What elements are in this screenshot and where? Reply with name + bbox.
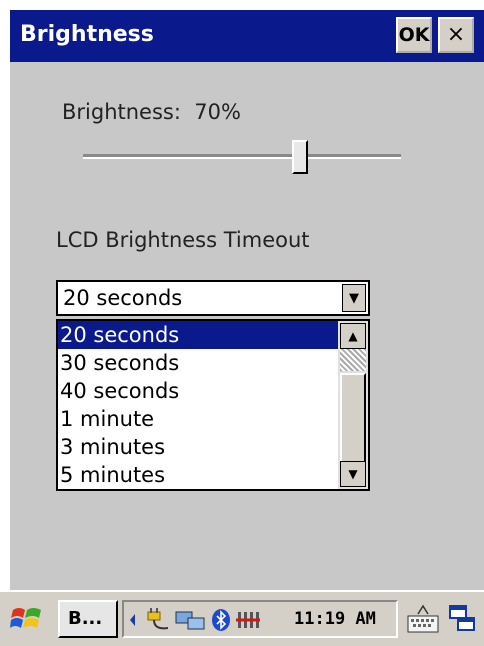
list-item[interactable]: 20 seconds — [58, 321, 342, 349]
timeout-dropdown-list: 20 seconds 30 seconds 40 seconds 1 minut… — [56, 319, 370, 491]
taskbar: B... 11:19 AM — [0, 590, 484, 646]
slider-thumb[interactable] — [292, 140, 308, 174]
list-item[interactable]: 40 seconds — [58, 377, 342, 405]
bluetooth-icon[interactable] — [210, 608, 232, 632]
keyboard-icon[interactable] — [406, 602, 440, 636]
timeout-combobox[interactable]: 20 seconds ▼ — [56, 280, 370, 316]
windows-start-icon[interactable] — [10, 602, 44, 636]
tray-arrow-icon[interactable] — [128, 608, 138, 632]
brightness-window: Brightness OK × Brightness: 70% LCD Brig… — [10, 10, 484, 590]
task-button-brightness[interactable]: B... — [58, 600, 118, 638]
slider-track — [83, 154, 401, 159]
network-icon[interactable] — [174, 608, 206, 632]
scrollbar-thumb[interactable] — [340, 373, 366, 463]
ok-button[interactable]: OK — [396, 17, 432, 53]
power-plug-icon[interactable] — [142, 608, 170, 632]
scroll-down-icon[interactable]: ▼ — [340, 461, 366, 487]
list-item[interactable]: 5 minutes — [58, 461, 342, 489]
dropdown-scrollbar[interactable]: ▲ ▼ — [338, 321, 368, 489]
desktop-icon[interactable] — [448, 602, 478, 636]
signal-icon[interactable] — [236, 608, 260, 632]
clock[interactable]: 11:19 AM — [294, 609, 376, 629]
brightness-label-text: Brightness: — [62, 100, 181, 124]
brightness-value: 70% — [194, 100, 241, 124]
combobox-value: 20 seconds — [63, 286, 183, 310]
close-button[interactable]: × — [438, 17, 474, 53]
list-item[interactable]: 30 seconds — [58, 349, 342, 377]
scroll-up-icon[interactable]: ▲ — [340, 323, 366, 349]
scrollbar-track[interactable] — [340, 349, 366, 371]
brightness-label: Brightness: 70% — [62, 100, 241, 124]
system-tray: 11:19 AM — [122, 600, 398, 638]
list-item[interactable]: 1 minute — [58, 405, 342, 433]
chevron-down-icon[interactable]: ▼ — [342, 284, 366, 312]
brightness-slider[interactable] — [83, 140, 401, 174]
window-title: Brightness — [20, 22, 154, 47]
list-item[interactable]: 3 minutes — [58, 433, 342, 461]
title-bar: Brightness OK × — [10, 10, 484, 62]
timeout-label: LCD Brightness Timeout — [56, 228, 310, 252]
